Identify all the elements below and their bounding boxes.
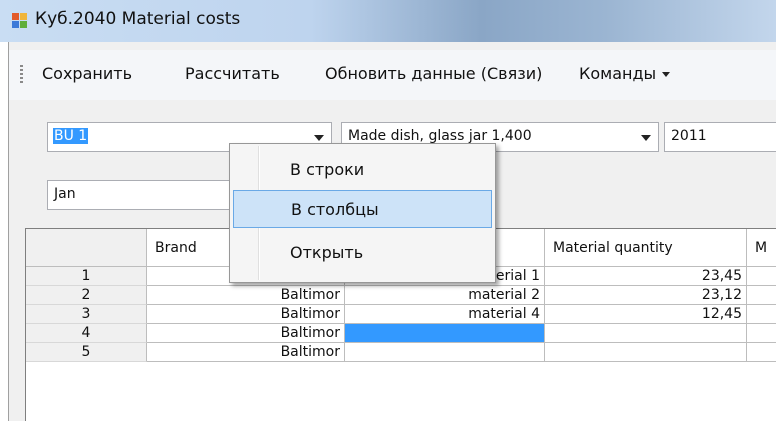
cell-material-quantity[interactable]: 12,45	[545, 305, 747, 324]
row-header[interactable]: 1	[26, 267, 147, 286]
menu-commands-label: Команды	[579, 64, 657, 83]
cell-material-selected[interactable]	[345, 324, 545, 343]
year-combo[interactable]: 2011	[664, 122, 776, 152]
menu-calculate-label: Рассчитать	[185, 64, 280, 83]
dropdown-arrow-icon[interactable]	[634, 123, 658, 151]
cell-brand[interactable]: Baltimor	[147, 343, 345, 362]
context-menu-item-label: В столбцы	[291, 200, 379, 219]
cell-material[interactable]	[345, 343, 545, 362]
toolstrip-grip-icon[interactable]	[20, 65, 23, 85]
period-combo[interactable]: Jan	[47, 180, 247, 210]
menu-bar: Сохранить Рассчитать Обновить данные (Св…	[9, 50, 776, 100]
context-menu-item-to-rows[interactable]: В строки	[233, 151, 492, 189]
column-header-material-quantity[interactable]: Material quantity	[545, 229, 747, 267]
app-icon	[12, 13, 28, 29]
cell-brand[interactable]: Baltimor	[147, 305, 345, 324]
menu-refresh-data-label: Обновить данные (Связи)	[325, 64, 543, 83]
cell-material-quantity[interactable]	[545, 324, 747, 343]
cell-m[interactable]	[747, 305, 776, 324]
grid-corner-header[interactable]	[26, 229, 147, 267]
column-header-m[interactable]: M	[747, 229, 776, 267]
product-value: Made dish, glass jar 1,400	[348, 128, 532, 144]
window-title: Куб.2040 Material costs	[35, 9, 241, 29]
cell-m[interactable]	[747, 286, 776, 305]
context-menu: В строки В столбцы Открыть	[229, 143, 496, 283]
row-header[interactable]: 3	[26, 305, 147, 324]
menu-commands[interactable]: Команды	[579, 64, 671, 83]
row-header[interactable]: 5	[26, 343, 147, 362]
cell-m[interactable]	[747, 343, 776, 362]
cell-material[interactable]: material 2	[345, 286, 545, 305]
cell-m[interactable]	[747, 267, 776, 286]
cell-brand[interactable]: Baltimor	[147, 324, 345, 343]
year-value: 2011	[671, 128, 707, 144]
context-menu-item-open[interactable]: Открыть	[233, 234, 492, 272]
chevron-down-icon	[662, 72, 671, 77]
business-unit-value: BU 1	[53, 128, 89, 144]
menu-calculate[interactable]: Рассчитать	[185, 64, 280, 83]
menu-save[interactable]: Сохранить	[42, 64, 132, 83]
cell-material-quantity[interactable]	[545, 343, 747, 362]
app-window: Куб.2040 Material costs Сохранить Рассчи…	[0, 0, 776, 421]
cell-m[interactable]	[747, 324, 776, 343]
context-menu-item-to-columns[interactable]: В столбцы	[233, 190, 492, 228]
cell-brand[interactable]: Baltimor	[147, 286, 345, 305]
title-bar[interactable]: Куб.2040 Material costs	[0, 0, 776, 42]
row-header[interactable]: 2	[26, 286, 147, 305]
menu-refresh-data[interactable]: Обновить данные (Связи)	[325, 64, 542, 83]
cell-material-quantity[interactable]: 23,12	[545, 286, 747, 305]
row-header[interactable]: 4	[26, 324, 147, 343]
context-menu-item-label: Открыть	[290, 243, 364, 262]
context-menu-item-label: В строки	[290, 160, 365, 179]
cell-material-quantity[interactable]: 23,45	[545, 267, 747, 286]
cell-material[interactable]: material 4	[345, 305, 545, 324]
period-value: Jan	[54, 186, 76, 202]
menu-save-label: Сохранить	[42, 64, 132, 83]
